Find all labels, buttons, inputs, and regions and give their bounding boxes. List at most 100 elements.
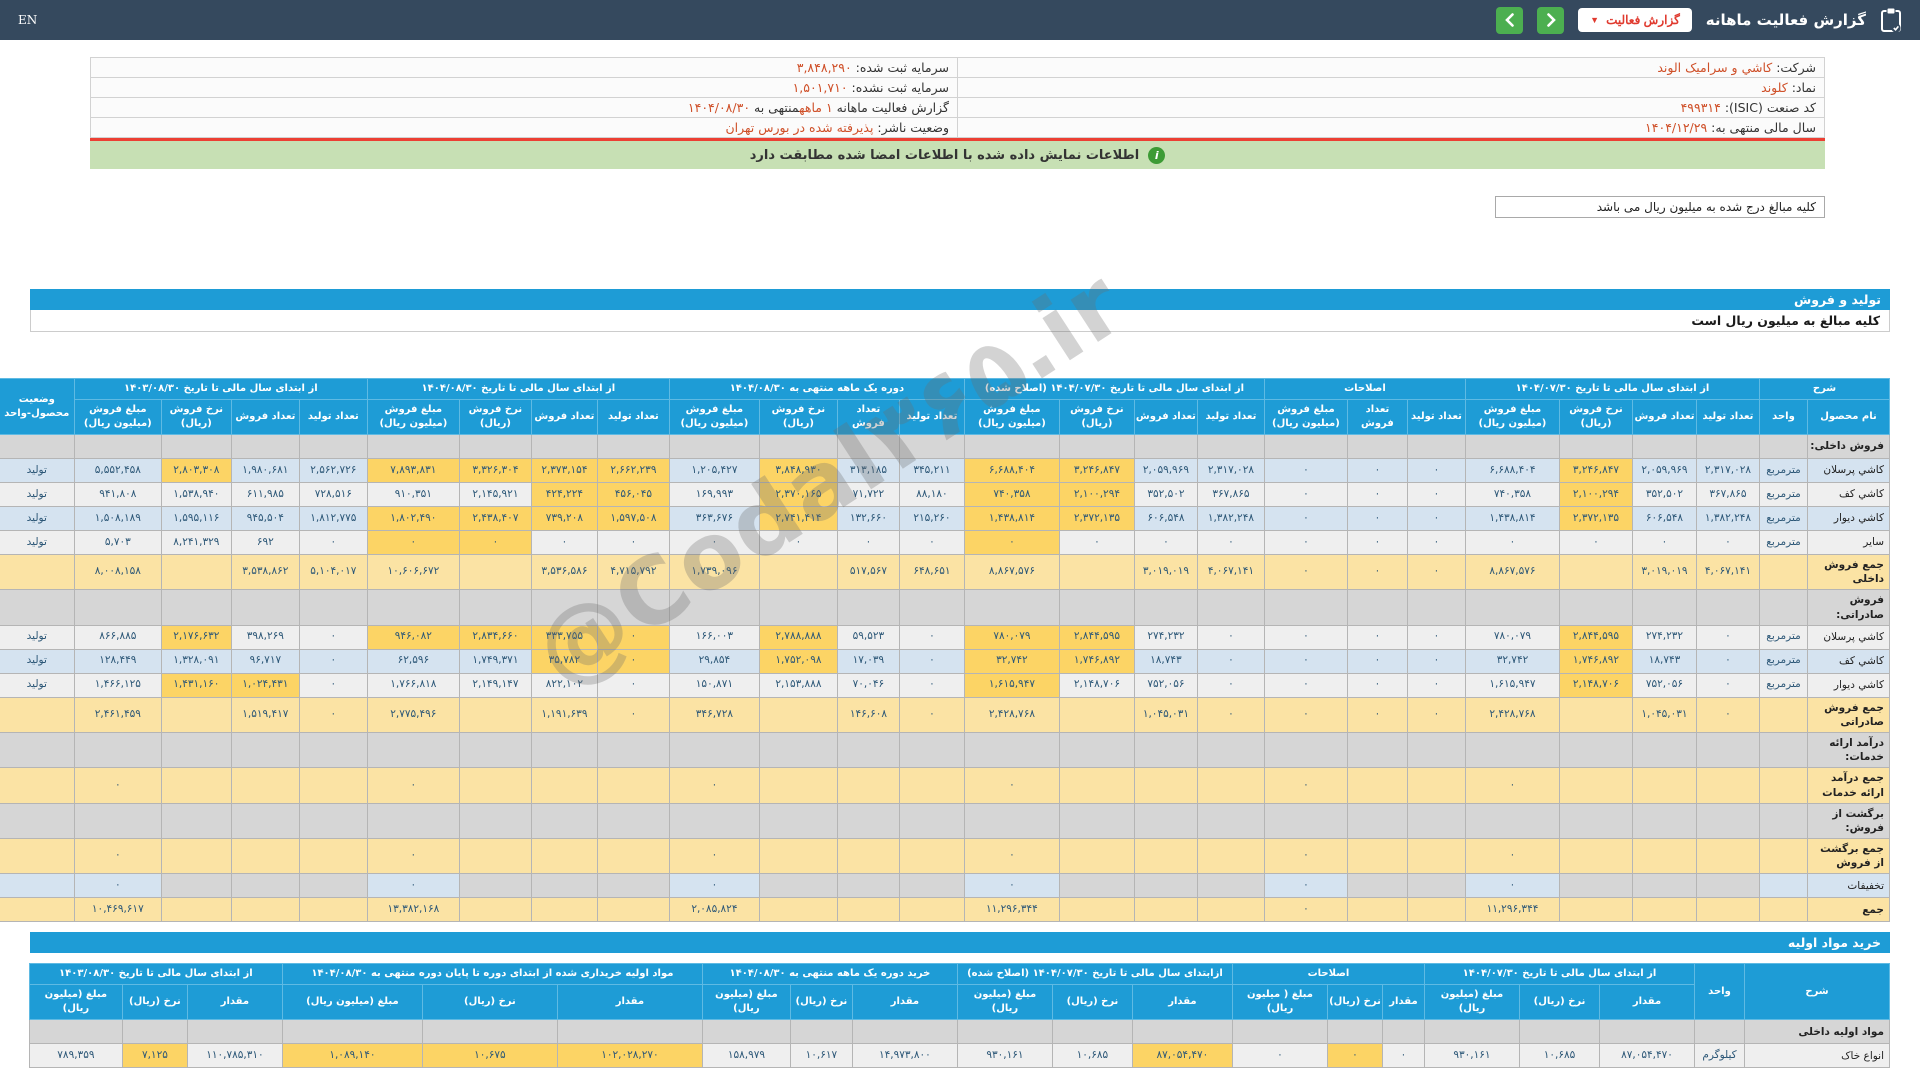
cell-value — [1346, 434, 1408, 459]
cell-value — [458, 553, 532, 591]
cell-value: ۰ — [668, 767, 760, 804]
cell-value — [836, 838, 900, 875]
cell-value: ۹۴۶,۰۸۲ — [366, 624, 460, 650]
info-icon: i — [1148, 146, 1166, 164]
cell-value: ۰ — [898, 624, 965, 650]
cell-value — [1346, 589, 1408, 626]
cell-value: ۸,۰۰۸,۱۵۸ — [73, 553, 162, 591]
cell-value: ۰ — [596, 696, 670, 734]
column-header: مقدار — [1599, 984, 1695, 1021]
cell-value — [1631, 897, 1697, 923]
cell-value — [1058, 696, 1135, 734]
cell-value: ۲,۱۴۸,۷۰۶ — [1058, 672, 1135, 698]
cell-value — [668, 732, 760, 769]
cell-value — [963, 589, 1060, 626]
cell-value: ۲,۱۷۶,۶۳۲ — [160, 624, 232, 650]
cell-value — [596, 897, 670, 923]
cell-value — [836, 589, 900, 626]
cell-value — [836, 873, 900, 899]
next-report-button[interactable] — [1537, 6, 1565, 34]
cell-value: ۷۵۲,۰۵۶ — [1133, 672, 1198, 698]
cell-value: ۵,۱۰۴,۰۱۷ — [298, 553, 368, 591]
cell-value: ۰ — [758, 530, 838, 555]
cell-value — [530, 434, 598, 459]
cell-value — [1558, 802, 1633, 840]
cell-value — [1695, 838, 1760, 875]
signature-notice: i اطلاعات نمایش داده شده با اطلاعات امضا… — [90, 141, 1825, 169]
cell-value: ۵۹,۵۲۳ — [836, 624, 900, 650]
cell-value — [1631, 838, 1697, 875]
cell-value: ۸۸,۱۸۰ — [898, 482, 965, 507]
cell-value — [298, 732, 368, 769]
cell-value: ۰ — [1263, 648, 1348, 674]
cell-value: ۰ — [73, 873, 162, 899]
cell-value: ۹۳۰,۱۶۱ — [1423, 1043, 1521, 1069]
cell-unit — [1758, 897, 1809, 923]
cell-value — [530, 897, 598, 923]
cell-value — [898, 589, 965, 626]
cell-value — [701, 1019, 791, 1045]
cell-value — [1695, 873, 1760, 899]
cell-value — [530, 838, 598, 875]
cell-value: ۱۲۸,۴۴۹ — [73, 648, 162, 674]
cell-value — [73, 434, 162, 459]
column-header: مبلغ (میلیون ریال) — [1423, 984, 1521, 1021]
cell-value: ۰ — [1263, 482, 1348, 507]
prev-report-button[interactable] — [1496, 6, 1524, 34]
cell-value — [898, 732, 965, 769]
cell-value: ۸۷,۰۵۴,۴۷۰ — [1599, 1043, 1695, 1069]
cell-value: ۰ — [1196, 530, 1265, 555]
cell-value: ۰ — [1263, 767, 1348, 804]
cell-value: ۰ — [963, 873, 1060, 899]
cell-value — [1263, 434, 1348, 459]
cell-value: ۰ — [1406, 672, 1466, 698]
cell-value — [898, 897, 965, 923]
table-row: کاشي دیوار مترمربع ۱,۳۸۲,۲۴۸ ۶۰۶,۵۴۸ ۲,۳۷۲,۱… — [0, 506, 1890, 531]
cell-value: ۳,۲۴۶,۸۴۷ — [1558, 458, 1633, 483]
cell-status — [0, 553, 75, 591]
cell-value — [668, 589, 760, 626]
cell-value: ۳۶۷,۸۶۵ — [1695, 482, 1760, 507]
cell-value — [836, 767, 900, 804]
cell-value: ۰ — [668, 873, 760, 899]
cell-value — [298, 434, 368, 459]
cell-value — [1406, 767, 1466, 804]
table-row: کاشي کف مترمربع ۰ ۱۸,۷۴۳ ۱,۷۴۶,۸۹۲ ۳۲,۷۴۲ ۰ ۰ ۰ ۰… — [0, 648, 1890, 674]
cell-unit — [1758, 434, 1809, 459]
cell-value: ۰ — [1058, 530, 1135, 555]
cell-value — [458, 767, 532, 804]
company-info-cell: شرکت: کاشي و سرامیک الوند — [957, 57, 1825, 78]
cell-value — [1558, 897, 1633, 923]
cell-value: ۳,۰۱۹,۰۱۹ — [1133, 553, 1198, 591]
column-header: مقدار — [186, 984, 283, 1021]
column-group-header: دوره یک ماهه منتهی به ۱۴۰۴/۰۸/۳۰ — [668, 378, 965, 400]
cell-value: ۰ — [1196, 672, 1265, 698]
cell-value: ۱۰,۶۸۵ — [1051, 1043, 1133, 1069]
cell-value: ۲,۳۱۷,۰۲۸ — [1196, 458, 1265, 483]
cell-value: ۵,۵۵۲,۴۵۸ — [73, 458, 162, 483]
cell-value: ۱۶۹,۹۹۳ — [668, 482, 760, 507]
cell-value: ۱۰,۶۷۵ — [421, 1043, 558, 1069]
cell-value: ۲,۳۷۲,۱۳۵ — [1058, 506, 1135, 531]
cell-value — [1346, 897, 1408, 923]
cell-value — [1058, 767, 1135, 804]
cell-value — [1326, 1019, 1383, 1045]
report-type-dropdown[interactable]: گزارش فعالیت ▼ — [1578, 8, 1692, 32]
cell-product-name: جمع برگشت از فروش — [1807, 838, 1890, 875]
cell-value: ۲,۰۸۵,۸۲۴ — [668, 897, 760, 923]
cell-value — [298, 873, 368, 899]
cell-value: ۳,۵۳۶,۵۸۶ — [530, 553, 598, 591]
amounts-unit-note: کلیه مبالغ درج شده به میلیون ریال می باش… — [1495, 196, 1825, 218]
cell-value — [530, 732, 598, 769]
cell-value: ۰ — [1406, 696, 1466, 734]
cell-unit — [1758, 767, 1809, 804]
cell-product-name: درآمد ارائه خدمات: — [1807, 732, 1890, 769]
cell-value — [160, 873, 232, 899]
cell-unit: مترمربع — [1758, 648, 1809, 674]
language-switch-link[interactable]: EN — [18, 13, 37, 27]
cell-value: ۰ — [1695, 672, 1760, 698]
cell-value — [1058, 873, 1135, 899]
cell-unit: مترمربع — [1758, 482, 1809, 507]
company-info-table: شرکت: کاشي و سرامیک الوند سرمایه ثبت شده:… — [90, 57, 1825, 138]
cell-product-name: جمع فروش صادراتی — [1807, 696, 1890, 734]
